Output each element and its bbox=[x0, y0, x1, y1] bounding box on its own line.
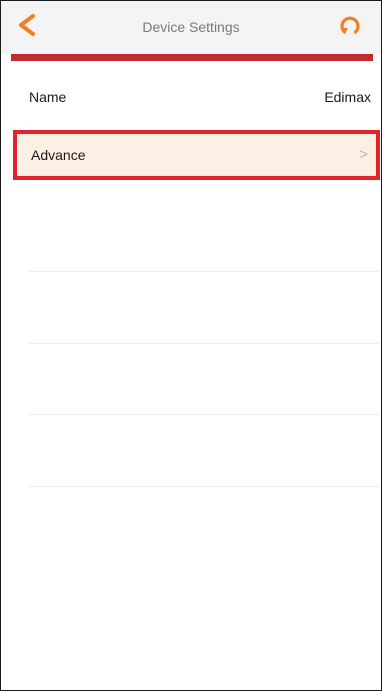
advance-label: Advance bbox=[31, 147, 86, 163]
list-divider bbox=[29, 486, 379, 487]
refresh-icon bbox=[340, 16, 360, 34]
list-divider bbox=[29, 414, 379, 415]
list-divider bbox=[29, 343, 379, 344]
name-row[interactable]: Name Edimax bbox=[1, 73, 381, 123]
advance-row[interactable]: Advance > bbox=[13, 130, 380, 180]
header-accent-bar bbox=[11, 54, 373, 61]
name-value: Edimax bbox=[324, 89, 371, 105]
app-frame: Device Settings Name Edimax Advance > bbox=[0, 0, 382, 691]
chevron-right-icon: > bbox=[359, 146, 368, 163]
refresh-button[interactable] bbox=[338, 14, 362, 38]
list-divider bbox=[29, 271, 379, 272]
name-label: Name bbox=[29, 89, 67, 105]
navigation-bar: Device Settings bbox=[1, 1, 381, 54]
page-title: Device Settings bbox=[142, 19, 240, 35]
